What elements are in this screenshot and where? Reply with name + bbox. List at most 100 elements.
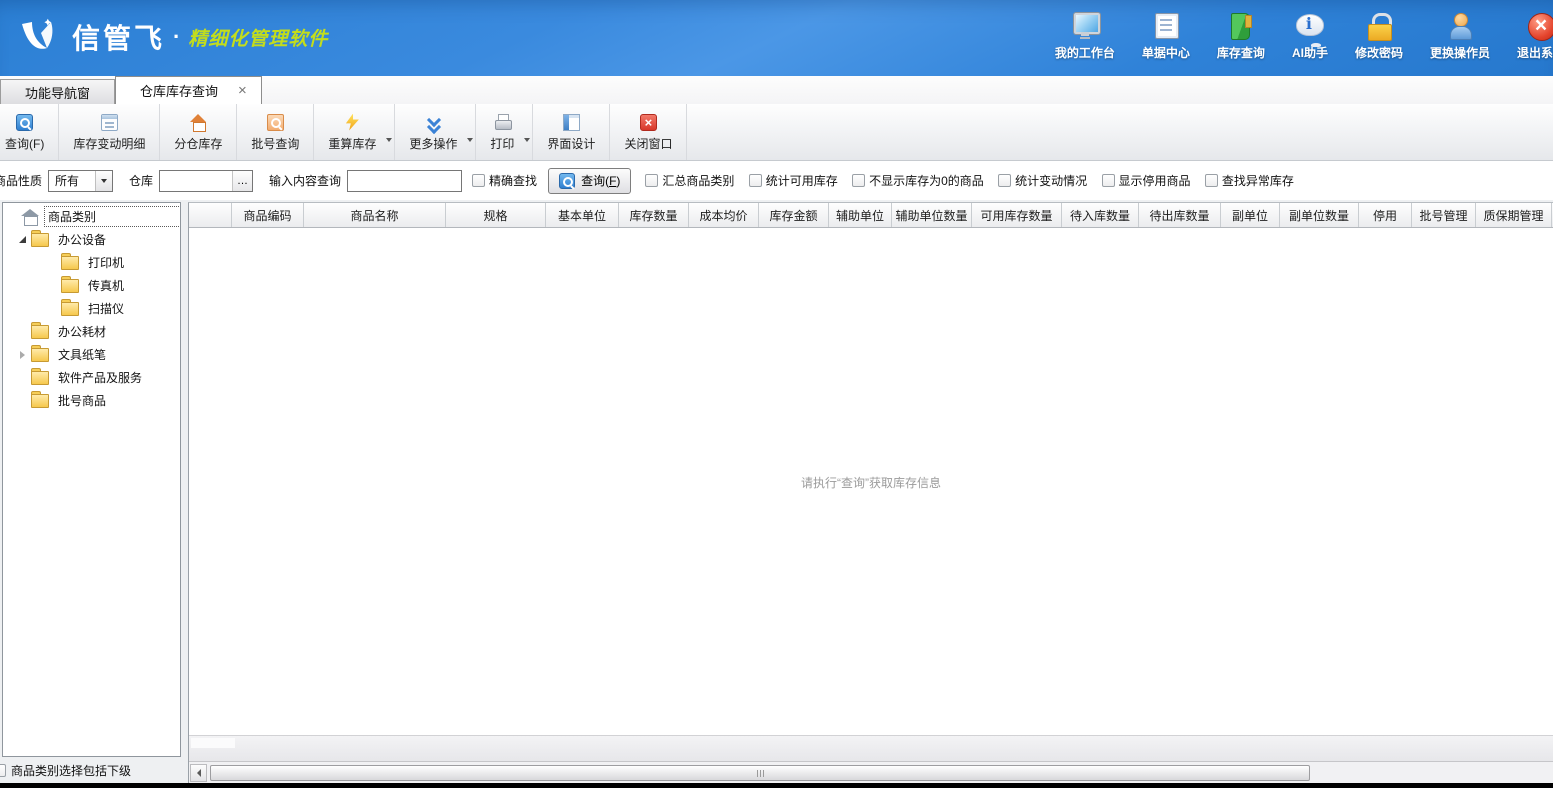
toolbar-button[interactable]: 关闭窗口 [610,104,687,160]
grid-column-header[interactable] [189,203,232,227]
filter-option-checkbox[interactable]: 显示停用商品 [1102,172,1191,189]
toolbar-button[interactable]: 重算库存 [314,104,395,160]
checkbox-icon[interactable] [749,174,762,187]
lock-icon [1364,13,1394,41]
dropdown-arrow-icon[interactable] [524,138,530,142]
product-nature-select[interactable]: 所有 [48,170,113,192]
tree-node[interactable]: 商品类别 [3,205,180,228]
grid-column-header[interactable]: 质保期管理 [1476,203,1552,227]
toolbar-button[interactable]: 更多操作 [395,104,476,160]
checkbox-icon[interactable] [472,174,485,187]
header-action[interactable]: 单据中心 [1142,13,1190,61]
checkbox-icon[interactable] [1102,174,1115,187]
warehouse-input[interactable] [160,171,232,191]
folder-icon [31,324,49,339]
header-action[interactable]: 库存查询 [1217,13,1265,61]
grid-column-header[interactable]: 辅助单位 [829,203,892,227]
content-search-input[interactable] [347,170,462,192]
filter-option-checkbox[interactable]: 查找异常库存 [1205,172,1294,189]
toolbar-button[interactable]: 界面设计 [533,104,610,160]
grid-column-header[interactable]: 副单位数量 [1280,203,1359,227]
warehouse-picker-button[interactable]: … [232,171,252,191]
grid-column-header[interactable]: 待入库数量 [1062,203,1139,227]
checkbox-icon[interactable] [1205,174,1218,187]
filter-options: 汇总商品类别 统计可用库存 不显示库存为0的商品 统计变动情况 显示停用商品 [645,172,1304,190]
filter-option-checkbox[interactable]: 统计变动情况 [998,172,1087,189]
query-button[interactable]: 查询(F) [548,168,631,194]
toolbar-button-label: 界面设计 [547,135,595,152]
tree-node-label: 文具纸笔 [55,345,109,364]
header-action[interactable]: 修改密码 [1355,13,1403,61]
toolbar-button[interactable]: 批号查询 [237,104,314,160]
search-icon [16,114,33,131]
grid-column-label: 副单位数量 [1289,207,1349,224]
tab[interactable]: 功能导航窗 × [0,79,115,104]
tree-node-label: 办公设备 [55,230,109,249]
include-children-checkbox[interactable]: 商品类别选择包括下级 [0,757,188,783]
tree-node[interactable]: 扫描仪 [3,297,180,320]
tree-node[interactable]: 文具纸笔 [3,343,180,366]
tree-node-label: 软件产品及服务 [55,368,145,387]
green-book-icon [1226,13,1256,41]
header-action[interactable]: 退出系统 [1517,13,1553,61]
checkbox-icon[interactable] [0,764,6,777]
folder-icon [31,232,49,247]
grid-column-header[interactable]: 规格 [446,203,546,227]
tab[interactable]: 仓库库存查询 × [115,76,262,104]
empty-result-message: 请执行“查询”获取库存信息 [189,474,1553,491]
checkbox-icon[interactable] [852,174,865,187]
brand: 信管飞 · 精细化管理软件 [16,16,328,58]
header-action[interactable]: AI助手 [1292,13,1328,61]
filter-option-label: 统计变动情况 [1015,172,1087,189]
grid-column-header[interactable]: 商品名称 [304,203,446,227]
grid-column-label: 辅助单位数量 [895,207,967,224]
tree-node[interactable]: 办公耗材 [3,320,180,343]
tree-node[interactable]: 传真机 [3,274,180,297]
combo-dropdown-icon[interactable] [95,171,112,191]
checkbox-icon[interactable] [998,174,1011,187]
grid-column-header[interactable]: 批号管理 [1412,203,1476,227]
query-button-label: 查询(F) [581,172,620,189]
exact-search-checkbox[interactable]: 精确查找 [472,172,537,189]
grid-column-header[interactable]: 停用 [1359,203,1412,227]
tab-close-icon[interactable]: × [238,83,247,98]
grid-column-header[interactable]: 副单位 [1221,203,1280,227]
grid-column-header[interactable]: 可用库存数量 [972,203,1062,227]
checkbox-icon[interactable] [645,174,658,187]
toolbar-button[interactable]: 查询(F) [0,104,59,160]
tree-expander-icon[interactable] [15,236,29,243]
toolbar-button[interactable]: 打印 [476,104,533,160]
filter-option-checkbox[interactable]: 不显示库存为0的商品 [852,172,984,189]
tree-node[interactable]: 打印机 [3,251,180,274]
horizontal-scrollbar[interactable] [189,761,1553,783]
grid-column-header[interactable]: 成本均价 [689,203,759,227]
filter-option-label: 显示停用商品 [1119,172,1191,189]
tree-expander-icon[interactable] [15,351,29,359]
tree-node-label: 传真机 [85,276,127,295]
grid-column-header[interactable]: 基本单位 [546,203,619,227]
header-action[interactable]: 我的工作台 [1055,13,1115,61]
double-chevron-icon [425,114,442,131]
grid-column-header[interactable]: 辅助单位数量 [892,203,972,227]
grid-column-header[interactable]: 库存数量 [619,203,689,227]
toolbar-button[interactable]: 库存变动明细 [59,104,160,160]
header-action[interactable]: 更换操作员 [1430,13,1490,61]
filter-option-checkbox[interactable]: 汇总商品类别 [645,172,734,189]
toolbar-button[interactable]: 分仓库存 [160,104,237,160]
dropdown-arrow-icon[interactable] [386,138,392,142]
scrollbar-thumb[interactable] [210,765,1310,781]
scrollbar-track[interactable] [207,764,1553,782]
grid-body: 请执行“查询”获取库存信息 [189,228,1553,735]
tree-node[interactable]: 批号商品 [3,389,180,412]
grid-column-header[interactable]: 库存金额 [759,203,829,227]
grid-column-label: 库存数量 [629,207,677,224]
content-search-label: 输入内容查询 [269,172,341,189]
batch-search-icon [267,114,284,131]
grid-column-header[interactable]: 待出库数量 [1139,203,1221,227]
tree-node[interactable]: 软件产品及服务 [3,366,180,389]
filter-option-checkbox[interactable]: 统计可用库存 [749,172,838,189]
grid-column-header[interactable]: 商品编码 [232,203,304,227]
scroll-left-button[interactable] [190,764,207,782]
dropdown-arrow-icon[interactable] [467,138,473,142]
tree-node[interactable]: 办公设备 [3,228,180,251]
